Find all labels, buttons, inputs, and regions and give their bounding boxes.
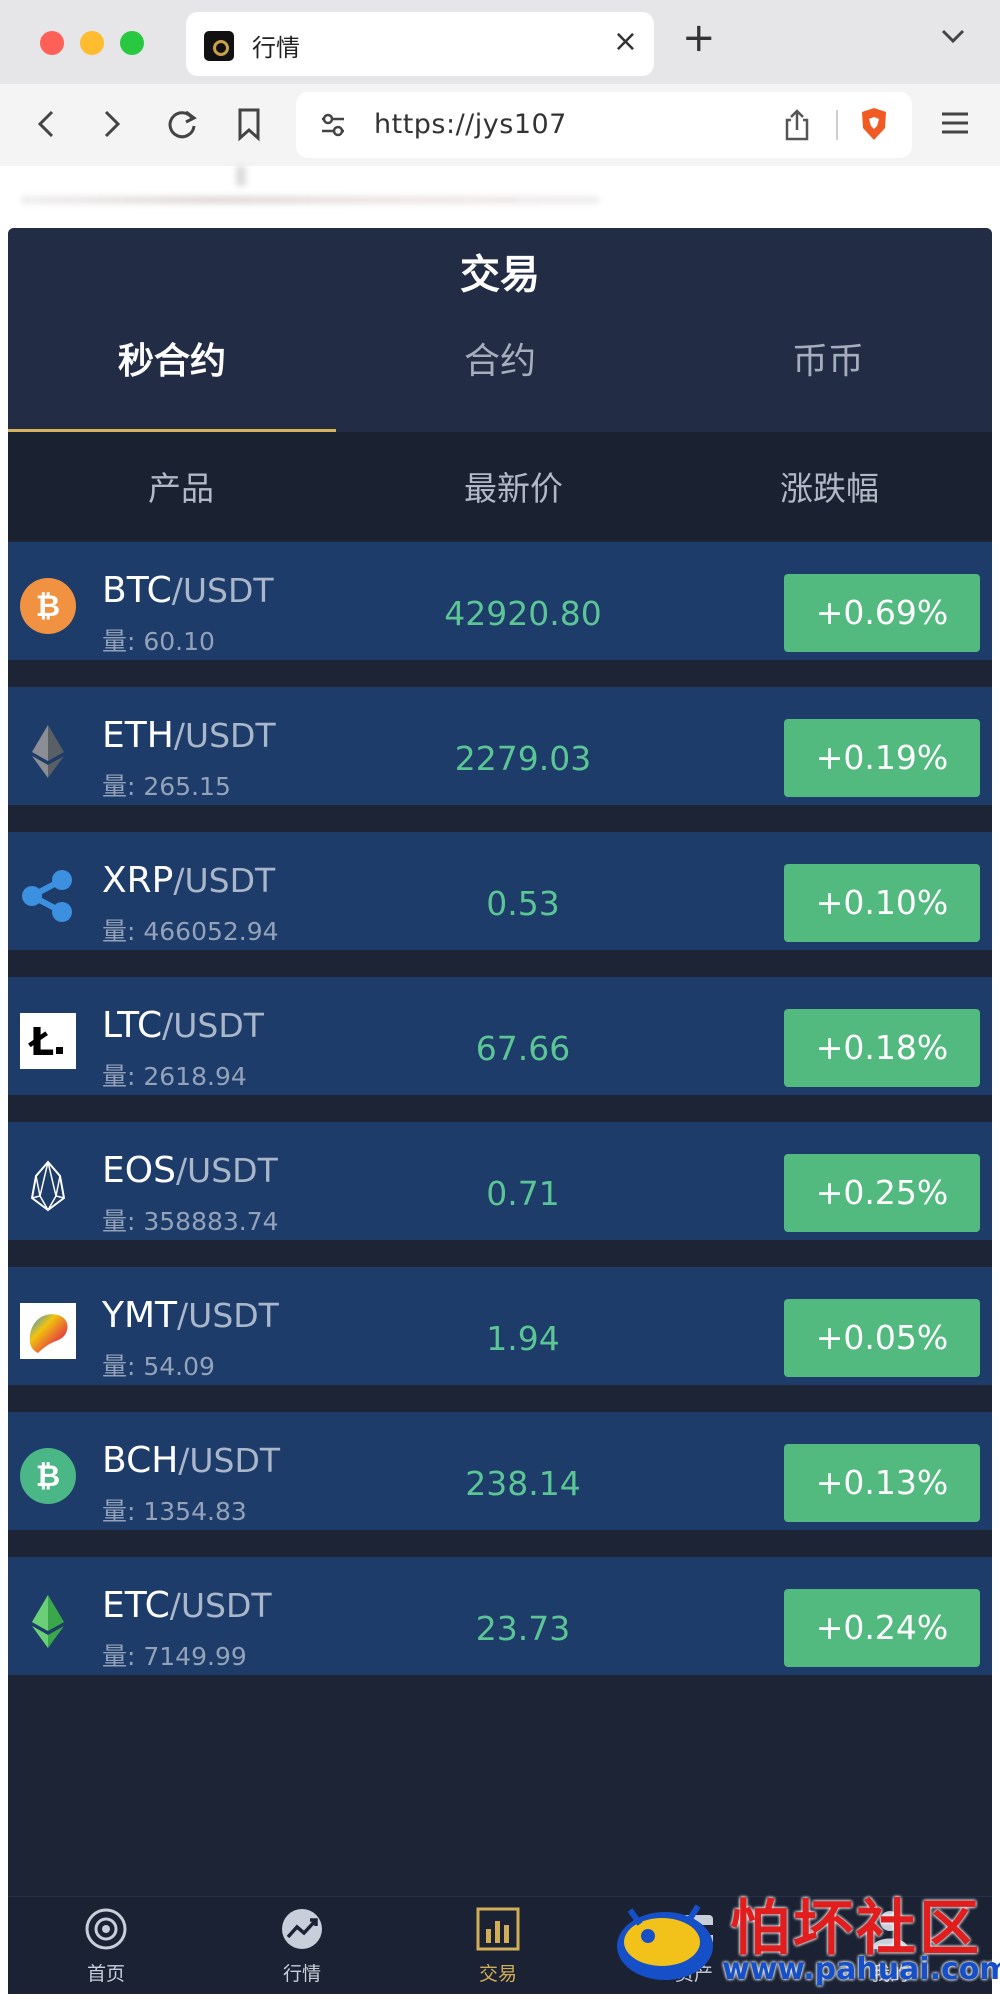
change-badge: +0.19%	[784, 719, 980, 797]
address-bar[interactable]: https://jys107	[296, 92, 912, 158]
home-icon	[84, 1907, 128, 1951]
table-row[interactable]: ETC/USDT 量: 7149.99 23.73 +0.24%	[8, 1557, 992, 1675]
bookmark-icon[interactable]	[236, 106, 262, 146]
forward-icon[interactable]	[100, 106, 124, 146]
trade-tabs: 秒合约 合约 币币	[8, 312, 992, 432]
svg-text:Ł: Ł	[28, 1020, 54, 1064]
back-icon[interactable]	[34, 106, 58, 146]
price-label: 67.66	[475, 1029, 571, 1068]
chart-icon	[280, 1907, 324, 1951]
window-minimize-button[interactable]	[80, 31, 104, 55]
price-label: 2279.03	[454, 739, 592, 778]
ltc-icon: Ł	[20, 1013, 76, 1069]
table-row[interactable]: Ł LTC/USDT 量: 2618.94 67.66 +0.18%	[8, 977, 992, 1095]
page-title: 交易	[460, 252, 540, 298]
symbol-label: YMT/USDT	[102, 1295, 279, 1336]
nav-trade[interactable]: 交易	[400, 1897, 596, 1994]
price-label: 0.53	[486, 884, 560, 923]
volume-label: 量: 358883.74	[102, 1207, 279, 1236]
nav-home[interactable]: 首页	[8, 1897, 204, 1994]
reload-icon[interactable]	[164, 106, 200, 146]
browser-toolbar: https://jys107	[0, 84, 1000, 166]
browser-tab[interactable]: 行情 ×	[186, 12, 654, 76]
url-text[interactable]: https://jys107	[374, 109, 567, 140]
table-row[interactable]: ₿ BCH/USDT 量: 1354.83 238.14 +0.13%	[8, 1412, 992, 1530]
column-header-product: 产品	[148, 469, 214, 508]
table-header: 产品 最新价 涨跌幅	[8, 432, 992, 540]
symbol-label: LTC/USDT	[102, 1005, 264, 1046]
price-label: 0.71	[486, 1174, 560, 1213]
symbol-label: XRP/USDT	[102, 860, 276, 901]
change-badge: +0.13%	[784, 1444, 980, 1522]
symbol-label: ETH/USDT	[102, 715, 276, 756]
divider	[836, 110, 838, 140]
btc-icon: ₿	[20, 578, 76, 634]
etc-icon	[20, 1593, 76, 1649]
tab-contract[interactable]: 合约	[336, 312, 664, 432]
site-favicon-icon	[204, 31, 234, 61]
site-watermark: 怕坏社区 www.pahuai.com	[610, 1880, 1000, 2002]
browser-tab-bar: 行情 × +	[0, 0, 1000, 84]
volume-label: 量: 1354.83	[102, 1497, 247, 1526]
change-badge: +0.69%	[784, 574, 980, 652]
price-label: 238.14	[465, 1464, 581, 1503]
table-row[interactable]: XRP/USDT 量: 466052.94 0.53 +0.10%	[8, 832, 992, 950]
change-badge: +0.10%	[784, 864, 980, 942]
eos-icon	[20, 1158, 76, 1214]
volume-label: 量: 7149.99	[102, 1642, 247, 1671]
svg-text:₿: ₿	[36, 589, 60, 624]
site-settings-icon[interactable]	[318, 111, 348, 143]
tab-title: 行情	[252, 34, 300, 62]
window-close-button[interactable]	[40, 31, 64, 55]
volume-label: 量: 60.10	[102, 627, 215, 656]
table-row[interactable]: EOS/USDT 量: 358883.74 0.71 +0.25%	[8, 1122, 992, 1240]
xrp-icon	[20, 868, 76, 924]
volume-label: 量: 466052.94	[102, 917, 279, 946]
symbol-label: EOS/USDT	[102, 1150, 278, 1191]
table-row[interactable]: ₿ BTC/USDT 量: 60.10 42920.80 +0.69%	[8, 542, 992, 660]
column-header-price: 最新价	[464, 469, 563, 508]
symbol-label: BTC/USDT	[102, 570, 274, 611]
change-badge: +0.25%	[784, 1154, 980, 1232]
watermark-url: www.pahuai.com	[722, 1952, 1000, 1987]
new-tab-icon[interactable]: +	[682, 16, 716, 60]
bch-icon: ₿	[20, 1448, 76, 1504]
tab-close-icon[interactable]: ×	[613, 24, 638, 60]
price-label: 1.94	[486, 1319, 560, 1358]
chevron-down-icon[interactable]	[940, 26, 966, 50]
ymt-icon	[20, 1303, 76, 1359]
change-badge: +0.24%	[784, 1589, 980, 1667]
menu-icon[interactable]	[940, 110, 970, 140]
window-maximize-button[interactable]	[120, 31, 144, 55]
trading-app: 交易 秒合约 合约 币币 产品 最新价 涨跌幅 ₿ BTC/USDT 量: 60…	[8, 228, 992, 1994]
tab-second-contract[interactable]: 秒合约	[8, 312, 336, 432]
symbol-label: BCH/USDT	[102, 1440, 281, 1481]
app-header: 交易 秒合约 合约 币币	[8, 228, 992, 432]
volume-label: 量: 265.15	[102, 772, 231, 801]
column-header-change: 涨跌幅	[780, 469, 879, 508]
brave-shield-icon[interactable]	[858, 106, 890, 146]
watermark-logo-icon	[610, 1890, 720, 1994]
volume-label: 量: 54.09	[102, 1352, 215, 1381]
volume-label: 量: 2618.94	[102, 1062, 247, 1091]
price-label: 23.73	[475, 1609, 571, 1648]
share-icon[interactable]	[782, 108, 812, 146]
svg-text:₿: ₿	[36, 1459, 60, 1494]
blurred-banner	[0, 166, 1000, 228]
trade-icon	[476, 1907, 520, 1951]
eth-icon	[20, 723, 76, 779]
tab-spot[interactable]: 币币	[664, 312, 992, 432]
nav-market[interactable]: 行情	[204, 1897, 400, 1994]
table-row[interactable]: YMT/USDT 量: 54.09 1.94 +0.05%	[8, 1267, 992, 1385]
change-badge: +0.18%	[784, 1009, 980, 1087]
change-badge: +0.05%	[784, 1299, 980, 1377]
symbol-label: ETC/USDT	[102, 1585, 272, 1626]
table-row[interactable]: ETH/USDT 量: 265.15 2279.03 +0.19%	[8, 687, 992, 805]
price-label: 42920.80	[444, 594, 602, 633]
